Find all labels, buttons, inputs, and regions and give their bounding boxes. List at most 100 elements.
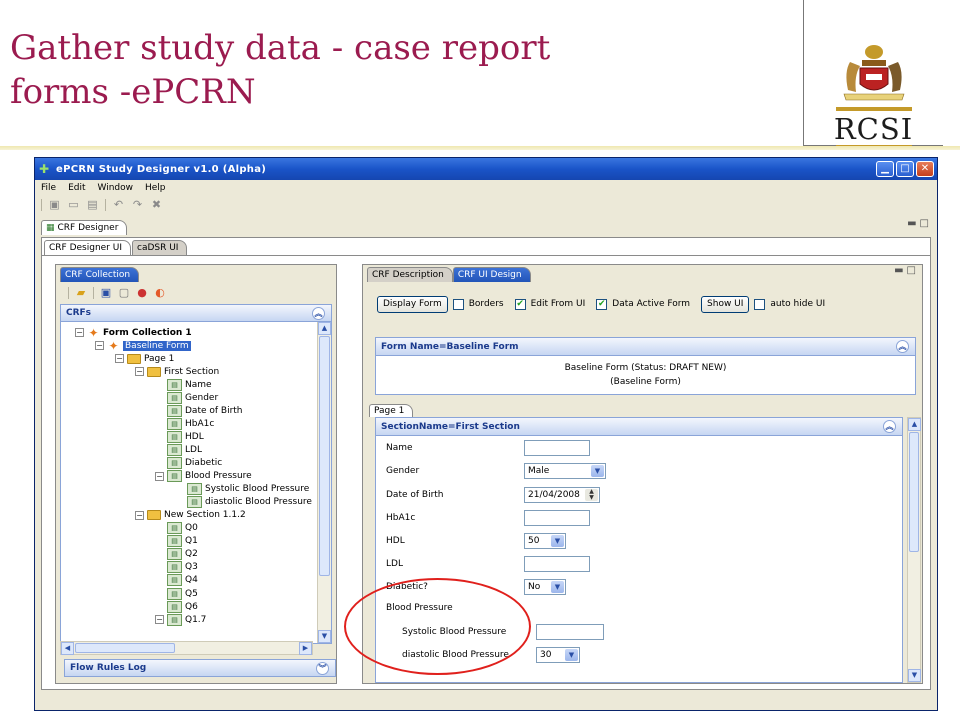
chevron-down-icon[interactable]: ▼ — [551, 581, 564, 593]
scroll-left-icon[interactable]: ◀ — [61, 642, 74, 655]
tree-item[interactable]: − First Section — [135, 365, 219, 378]
name-input[interactable] — [524, 440, 590, 456]
tree-item[interactable]: ▤ Q5 — [155, 587, 198, 600]
add-item-icon[interactable]: ● — [136, 287, 148, 299]
collapse-tree-icon[interactable]: − — [135, 510, 144, 520]
spinner-icon[interactable]: ▲ ▼ — [585, 489, 598, 501]
expand-icon[interactable]: ︾ — [316, 662, 329, 675]
collapse-icon[interactable]: ︽ — [312, 307, 325, 320]
tree-item[interactable]: ▤ Q4 — [155, 574, 198, 587]
scroll-up-icon[interactable]: ▲ — [318, 322, 331, 335]
new-document-icon[interactable]: ▢ — [118, 287, 130, 299]
maximize-view-icon[interactable]: □ — [920, 218, 929, 229]
save-icon[interactable]: ▤ — [86, 198, 99, 211]
tab-crf-collection[interactable]: CRF Collection — [60, 267, 140, 282]
tree-item[interactable]: ▤ Q0 — [155, 522, 198, 535]
redo-icon[interactable]: ↷ — [131, 198, 144, 211]
save-icon[interactable]: ▣ — [100, 287, 112, 299]
form-name-header[interactable]: Form Name=Baseline Form ︽ — [376, 338, 915, 356]
tree-item[interactable]: ▤ Q2 — [155, 548, 198, 561]
show-ui-button[interactable]: Show UI — [701, 295, 750, 313]
collapse-icon[interactable]: ︽ — [896, 340, 909, 353]
hdl-select[interactable]: 50 ▼ — [524, 533, 566, 549]
display-form-button[interactable]: Display Form — [377, 295, 448, 313]
new-icon[interactable]: ▣ — [48, 198, 61, 211]
open-folder-icon[interactable]: ▭ — [67, 198, 80, 211]
collapse-icon[interactable]: ︽ — [883, 420, 896, 433]
tree-item[interactable]: ▤ Gender — [155, 391, 218, 404]
tree-item[interactable]: ▤ Q1 — [155, 535, 198, 548]
scroll-down-icon[interactable]: ▼ — [318, 630, 331, 643]
collapse-tree-icon[interactable]: − — [155, 471, 164, 481]
gender-select[interactable]: Male ▼ — [524, 463, 606, 479]
form-vertical-scrollbar[interactable]: ▲ ▼ — [907, 417, 921, 683]
edit-from-ui-checkbox[interactable]: ✔ — [514, 298, 526, 310]
tree-item[interactable]: ▤ Date of Birth — [155, 404, 243, 417]
tree-item[interactable]: − ▤ Blood Pressure — [155, 470, 252, 483]
tree-item[interactable]: ▤ Diabetic — [155, 457, 222, 470]
flow-rules-header[interactable]: Flow Rules Log ︾ — [64, 659, 336, 677]
scrollbar-thumb[interactable] — [909, 432, 919, 552]
minimize-icon[interactable]: ▁ — [876, 161, 894, 177]
scroll-up-icon[interactable]: ▲ — [908, 418, 921, 431]
crfs-section-header[interactable]: CRFs ︽ — [60, 304, 332, 322]
tree-item[interactable]: ▤ LDL — [155, 443, 202, 456]
tree-item[interactable]: ▤ Q6 — [155, 600, 198, 613]
tree-item[interactable]: − Page 1 — [115, 352, 174, 365]
tree-item[interactable]: ▤ HbA1c — [155, 417, 214, 430]
tree-item[interactable]: ▤ Q3 — [155, 561, 198, 574]
minimize-view-icon[interactable]: ▬ — [907, 218, 916, 229]
scrollbar-thumb[interactable] — [75, 643, 175, 653]
collapse-tree-icon[interactable]: − — [95, 341, 104, 351]
tab-crf-ui-design[interactable]: CRF UI Design — [452, 267, 531, 282]
tab-crf-designer-ui[interactable]: CRF Designer UI — [44, 240, 131, 255]
diastolic-select[interactable]: 30 ▼ — [536, 647, 580, 663]
menu-window[interactable]: Window — [98, 183, 134, 193]
maximize-panel-icon[interactable]: □ — [907, 265, 916, 276]
auto-hide-ui-checkbox[interactable] — [754, 298, 766, 310]
undo-icon[interactable]: ↶ — [112, 198, 125, 211]
tree-item[interactable]: ▤ HDL — [155, 430, 204, 443]
scrollbar-thumb[interactable] — [319, 336, 330, 576]
tree-item[interactable]: − ✦ Baseline Form — [95, 339, 191, 352]
tree-horizontal-scrollbar[interactable]: ◀ ▶ — [60, 641, 313, 655]
collapse-tree-icon[interactable]: − — [75, 328, 84, 337]
menu-edit[interactable]: Edit — [68, 183, 85, 193]
minimize-panel-icon[interactable]: ▬ — [894, 265, 903, 276]
scroll-down-icon[interactable]: ▼ — [908, 669, 921, 682]
collapse-tree-icon[interactable]: − — [155, 615, 164, 625]
diabetic-select[interactable]: No ▼ — [524, 579, 566, 595]
tab-crf-designer[interactable]: ▦ CRF Designer — [41, 220, 128, 235]
systolic-input[interactable] — [536, 624, 604, 640]
tree-item[interactable]: − ✦ Form Collection 1 — [75, 326, 192, 339]
section-header[interactable]: SectionName=First Section ︽ — [376, 418, 902, 436]
dob-spinner[interactable]: 21/04/2008 ▲ ▼ — [524, 487, 600, 503]
collapse-tree-icon[interactable]: − — [115, 354, 124, 364]
tree-item[interactable]: − New Section 1.1.2 — [135, 509, 246, 522]
tree-item[interactable]: ▤ Name — [155, 378, 212, 391]
tree-item[interactable]: ▤ Systolic Blood Pressure — [175, 483, 309, 496]
data-active-form-checkbox[interactable]: ✔ — [596, 298, 608, 310]
tree-item[interactable]: − ▤ Q1.7 — [155, 613, 206, 626]
delete-icon[interactable]: ✖ — [150, 198, 163, 211]
tab-crf-description[interactable]: CRF Description — [367, 267, 453, 282]
menu-help[interactable]: Help — [145, 183, 166, 193]
open-folder-icon[interactable]: ▰ — [75, 287, 87, 299]
maximize-icon[interactable]: □ — [896, 161, 914, 177]
tab-cadsr-ui[interactable]: caDSR UI — [132, 240, 188, 255]
tree-vertical-scrollbar[interactable]: ▲ ▼ — [317, 322, 331, 643]
remove-item-icon[interactable]: ◐ — [154, 287, 166, 299]
ldl-input[interactable] — [524, 556, 590, 572]
borders-checkbox[interactable] — [452, 298, 464, 310]
hba1c-input[interactable] — [524, 510, 590, 526]
close-icon[interactable]: ✕ — [916, 161, 934, 177]
collapse-tree-icon[interactable]: − — [135, 367, 144, 377]
chevron-down-icon[interactable]: ▼ — [551, 535, 564, 547]
scroll-right-icon[interactable]: ▶ — [299, 642, 312, 655]
window-titlebar[interactable]: ✚ ePCRN Study Designer v1.0 (Alpha) ▁ □ … — [35, 158, 937, 180]
tab-page-1[interactable]: Page 1 — [369, 404, 414, 417]
chevron-down-icon[interactable]: ▼ — [565, 649, 578, 661]
tree-item[interactable]: ▤ diastolic Blood Pressure — [175, 496, 312, 509]
menu-file[interactable]: File — [41, 183, 56, 193]
chevron-down-icon[interactable]: ▼ — [591, 465, 604, 477]
